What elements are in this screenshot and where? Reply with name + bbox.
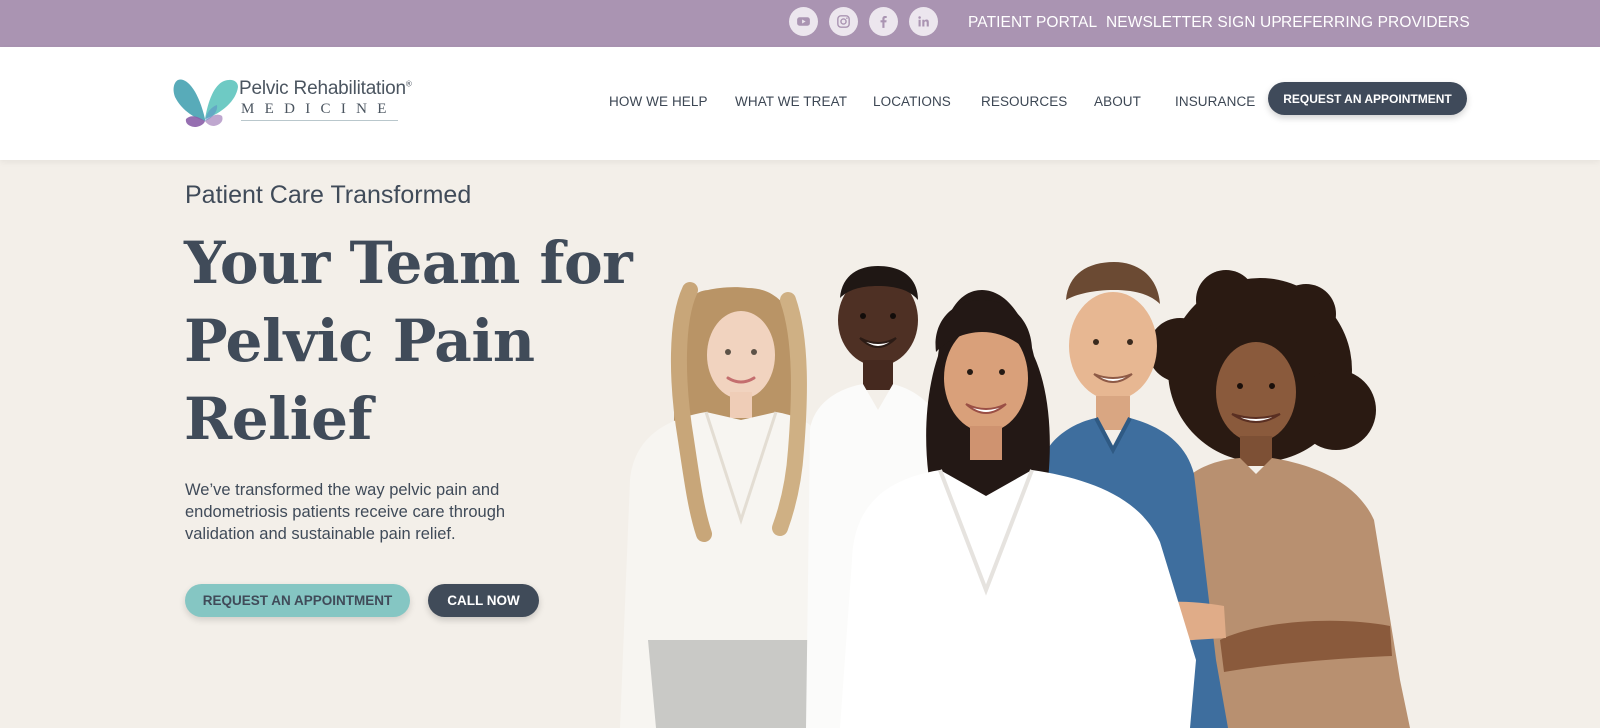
linkedin-icon (918, 16, 929, 27)
patient-portal-link[interactable]: PATIENT PORTAL (968, 14, 1097, 32)
referring-providers-link[interactable]: REFERRING PROVIDERS (1281, 14, 1470, 32)
top-utility-bar: PATIENT PORTAL NEWSLETTER SIGN UP REFERR… (0, 0, 1600, 47)
site-header: Pelvic Rehabilitation® MEDICINE HOW WE H… (0, 47, 1600, 160)
nav-how-we-help[interactable]: HOW WE HELP (609, 94, 708, 109)
hero-title-line: Relief (184, 385, 373, 453)
header-request-appointment-button[interactable]: REQUEST AN APPOINTMENT (1268, 82, 1467, 115)
newsletter-signup-link[interactable]: NEWSLETTER SIGN UP (1106, 14, 1282, 32)
nav-resources[interactable]: RESOURCES (981, 94, 1067, 109)
youtube-icon (797, 17, 810, 26)
nav-locations[interactable]: LOCATIONS (873, 94, 951, 109)
hero-eyebrow: Patient Care Transformed (185, 181, 472, 209)
logo-subtitle: MEDICINE (241, 101, 397, 117)
instagram-icon (837, 15, 850, 28)
hero-title: Your Team for Pelvic Pain Relief (184, 224, 644, 458)
butterfly-logo-icon (173, 79, 238, 127)
instagram-link[interactable] (829, 7, 858, 36)
logo-underline (241, 120, 398, 121)
hero-request-appointment-button[interactable]: REQUEST AN APPOINTMENT (185, 584, 410, 617)
nav-what-we-treat[interactable]: WHAT WE TREAT (735, 94, 847, 109)
site-logo[interactable]: Pelvic Rehabilitation® MEDICINE (172, 75, 412, 127)
hero-description: We’ve transformed the way pelvic pain an… (185, 481, 506, 543)
hero-title-line: Pelvic Pain (184, 307, 535, 375)
call-now-button[interactable]: CALL NOW (428, 584, 539, 617)
hero-title-line: Your Team for (184, 229, 633, 297)
facebook-icon (880, 15, 887, 28)
logo-wordmark: Pelvic Rehabilitation® (239, 78, 412, 99)
team-photo (620, 262, 1410, 728)
linkedin-link[interactable] (909, 7, 938, 36)
facebook-link[interactable] (869, 7, 898, 36)
nav-about[interactable]: ABOUT (1094, 94, 1141, 109)
nav-insurance[interactable]: INSURANCE (1175, 94, 1255, 109)
youtube-link[interactable] (789, 7, 818, 36)
